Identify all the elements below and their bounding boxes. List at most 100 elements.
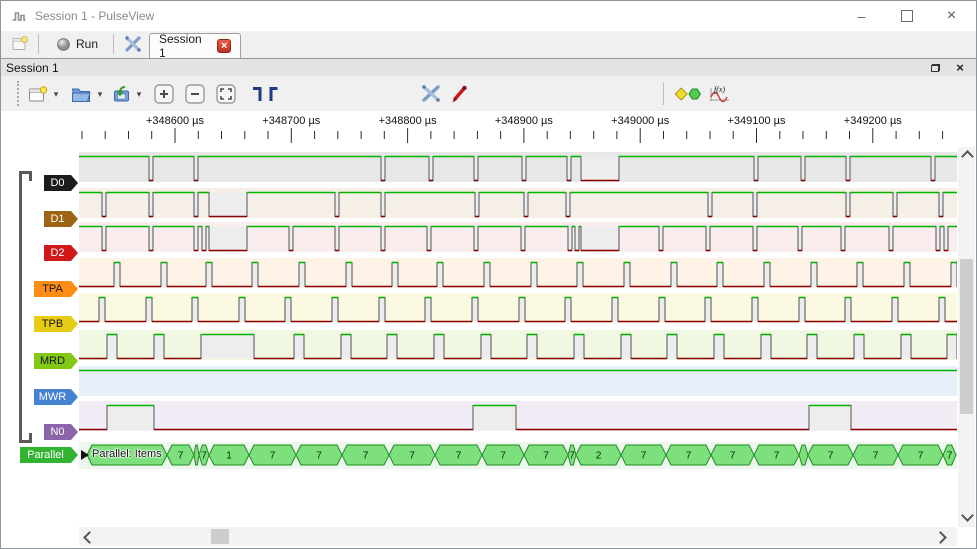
waveform-tpa[interactable] — [79, 258, 958, 291]
title-bar: Session 1 - PulseView – × — [1, 1, 976, 31]
waveform-tpb[interactable] — [79, 293, 957, 326]
svg-text:7: 7 — [569, 450, 575, 462]
add-math-signal-button[interactable]: f(x) — [705, 81, 733, 107]
svg-text:7: 7 — [686, 450, 692, 462]
waveform-d0[interactable] — [79, 152, 957, 185]
window-title: Session 1 - PulseView — [35, 9, 155, 23]
dock-float-button[interactable] — [927, 60, 943, 75]
horizontal-scrollbar[interactable] — [79, 527, 957, 546]
decoder-icon — [674, 87, 701, 101]
new-session-button[interactable] — [26, 81, 50, 107]
svg-text:f(x): f(x) — [714, 85, 725, 94]
trigger-button[interactable] — [249, 81, 283, 107]
restore-session-button[interactable] — [7, 32, 33, 56]
scroll-up-button[interactable] — [961, 150, 974, 163]
svg-text:7: 7 — [730, 450, 736, 462]
chevron-left-icon — [83, 531, 96, 544]
svg-text:7: 7 — [363, 450, 369, 462]
add-decoder-button[interactable] — [671, 81, 703, 107]
waveform-d1[interactable] — [79, 188, 957, 221]
chevron-up-icon — [961, 150, 974, 163]
zoom-fit-button[interactable] — [213, 81, 238, 106]
scroll-left-button[interactable] — [83, 531, 96, 544]
toolbar-drag-handle[interactable] — [17, 81, 19, 106]
channel-group-bracket[interactable] — [19, 171, 32, 443]
svg-text:7: 7 — [409, 450, 415, 462]
new-session-dropdown[interactable]: ▾ — [51, 81, 61, 107]
channel-label-mwr[interactable]: MWR — [34, 389, 78, 405]
new-session-icon — [29, 85, 48, 101]
app-icon — [12, 12, 26, 21]
zoom-out-button[interactable] — [182, 81, 207, 106]
dock-close-button[interactable]: × — [952, 60, 968, 75]
run-label: Run — [75, 37, 98, 51]
channel-label-parallel[interactable]: Parallel — [20, 447, 78, 463]
decoder-annotations[interactable]: 7 7 1 7 7 7 7 7 7 7 7 2 7 7 7 7 7 7 7 7 — [79, 443, 957, 467]
save-dropdown[interactable]: ▾ — [134, 81, 144, 107]
svg-text:7: 7 — [456, 450, 462, 462]
zoom-in-button[interactable] — [151, 81, 176, 106]
svg-text:7: 7 — [774, 450, 780, 462]
run-state-icon — [57, 37, 70, 51]
save-icon — [113, 86, 129, 102]
svg-text:+349200 µs: +349200 µs — [844, 115, 903, 127]
svg-text:2: 2 — [596, 450, 602, 462]
svg-text:+349000 µs: +349000 µs — [611, 115, 670, 127]
channel-label-d1[interactable]: D1 — [44, 211, 78, 227]
chevron-right-icon — [934, 531, 947, 544]
svg-text:7: 7 — [641, 450, 647, 462]
waveform-d2[interactable] — [79, 222, 957, 255]
toolbar-separator — [38, 34, 39, 54]
probe-button[interactable] — [448, 81, 470, 107]
vertical-scrollbar[interactable] — [958, 147, 975, 527]
channel-label-d2[interactable]: D2 — [44, 245, 78, 261]
save-button[interactable] — [109, 81, 133, 107]
scroll-right-button[interactable] — [934, 531, 947, 544]
minimize-button[interactable]: – — [839, 1, 884, 30]
svg-text:7: 7 — [543, 450, 549, 462]
run-button[interactable]: Run — [46, 32, 108, 56]
channel-label-mrd[interactable]: MRD — [34, 353, 78, 369]
open-button[interactable] — [69, 81, 93, 107]
svg-text:+348900 µs: +348900 µs — [495, 115, 554, 127]
time-ruler[interactable]: +348600 µs +348700 µs +348800 µs +348900 µs… — [79, 111, 957, 146]
svg-text:+349100 µs: +349100 µs — [727, 115, 786, 127]
channel-label-tpa[interactable]: TPA — [34, 281, 78, 297]
channel-label-d0[interactable]: D0 — [44, 175, 78, 191]
session-settings-button[interactable] — [119, 32, 147, 56]
scroll-down-button[interactable] — [961, 509, 974, 522]
session-tab-close-button[interactable]: × — [217, 39, 231, 53]
waveform-mrd[interactable] — [79, 330, 958, 363]
math-function-icon: f(x) — [710, 85, 729, 103]
svg-text:7: 7 — [873, 450, 879, 462]
waveform-mwr[interactable] — [79, 366, 957, 399]
open-folder-icon — [71, 88, 91, 102]
close-button[interactable]: × — [929, 1, 974, 30]
maximize-button[interactable] — [884, 1, 929, 30]
float-icon — [930, 63, 940, 72]
new-file-icon — [12, 36, 28, 50]
toolbar-separator — [113, 34, 114, 54]
decoder-expand-arrow[interactable] — [81, 450, 89, 460]
trigger-edges-icon — [253, 87, 278, 101]
dock-header: Session 1 × — [1, 58, 976, 76]
svg-text:7: 7 — [316, 450, 322, 462]
channels-tools-icon — [422, 85, 440, 102]
svg-text:+348600 µs: +348600 µs — [146, 115, 205, 127]
channel-label-n0[interactable]: N0 — [44, 424, 78, 440]
session-tab[interactable]: Session 1 × — [149, 32, 241, 60]
zoom-out-icon — [184, 83, 205, 104]
open-dropdown[interactable]: ▾ — [95, 81, 105, 107]
toolbar-separator — [663, 82, 664, 105]
channel-label-tpb[interactable]: TPB — [34, 316, 78, 332]
svg-text:7: 7 — [918, 450, 924, 462]
pulseview-window: Session 1 - PulseView – × Run Session 1 … — [0, 0, 977, 549]
dock-title: Session 1 — [6, 61, 59, 75]
vertical-scrollbar-thumb[interactable] — [960, 259, 973, 414]
horizontal-scrollbar-thumb[interactable] — [211, 529, 229, 544]
svg-text:7: 7 — [947, 450, 953, 462]
channels-button[interactable] — [417, 81, 445, 107]
maximize-icon — [900, 9, 913, 22]
session-tab-bar: Run Session 1 × — [1, 31, 976, 60]
waveform-n0[interactable] — [79, 401, 957, 434]
